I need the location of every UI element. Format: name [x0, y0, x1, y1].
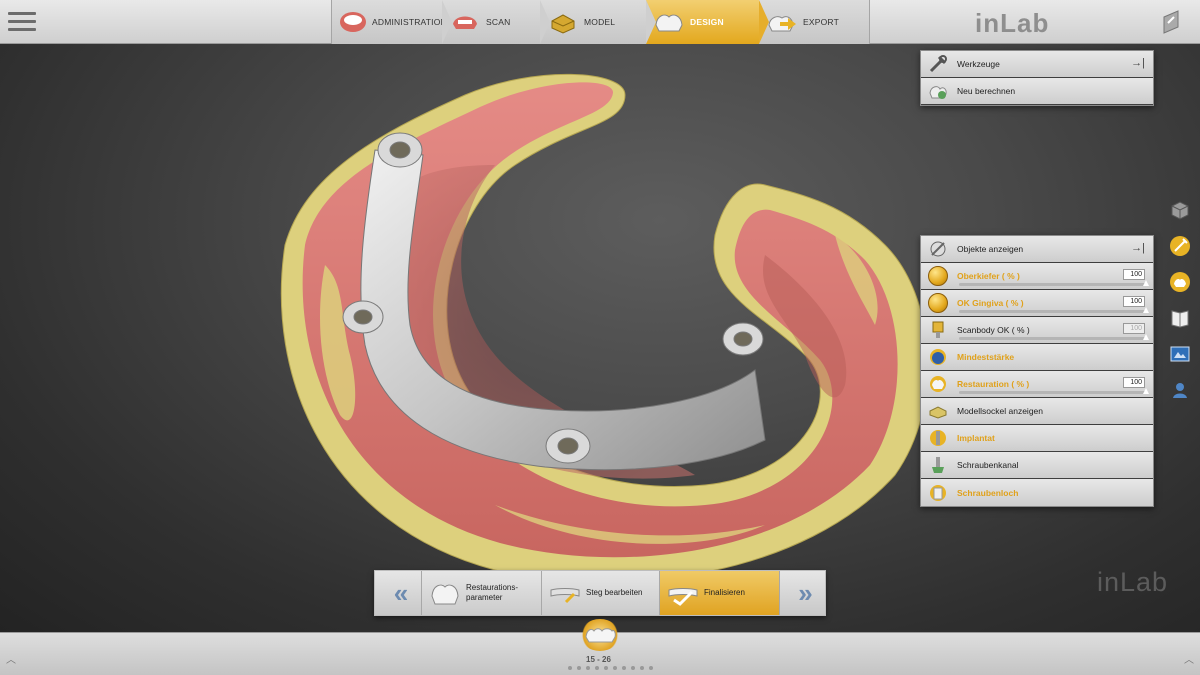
opacity-slider[interactable] [959, 307, 1149, 313]
object-label: Scanbody OK ( % ) [957, 325, 1030, 335]
step-model[interactable]: MODEL [540, 0, 656, 44]
pin-icon[interactable]: →| [1131, 242, 1145, 254]
object-label: Modellsockel anzeigen [957, 406, 1043, 416]
cube-view-icon[interactable] [1168, 198, 1192, 222]
user-help-icon[interactable] [1168, 378, 1192, 402]
inlab-logo: inLab [975, 8, 1050, 38]
top-toolbar: ADMINISTRATION SCAN MODEL DESIGN EXPORT … [0, 0, 1200, 44]
step-export[interactable]: EXPORT [759, 0, 871, 44]
object-label: Restauration ( % ) [957, 379, 1030, 389]
object-label: Implantat [957, 433, 995, 443]
objects-header[interactable]: Objekte anzeigen →| [921, 236, 1153, 263]
wizard-step-label: Finalisieren [704, 588, 745, 597]
min-thickness-icon [927, 346, 949, 368]
crown-design-icon [652, 7, 686, 37]
side-toolbar [1168, 198, 1194, 414]
opacity-slider[interactable] [959, 388, 1149, 394]
step-label: EXPORT [803, 17, 839, 27]
object-label: Schraubenkanal [957, 460, 1019, 470]
wizard-step-edit-bar[interactable]: Steg bearbeiten [541, 571, 659, 615]
restoration-thumbnail[interactable] [580, 619, 620, 651]
menu-icon[interactable] [8, 9, 36, 35]
gingiva-icon [927, 292, 949, 314]
dental-model-3d[interactable] [245, 55, 935, 585]
crown-params-icon [431, 584, 459, 605]
objects-header-label: Objekte anzeigen [957, 244, 1024, 254]
object-label: Schraubenloch [957, 487, 1019, 498]
settings-icon[interactable] [1158, 9, 1184, 35]
step-label: DESIGN [690, 17, 724, 27]
step-administration[interactable]: ADMINISTRATION [332, 0, 452, 44]
bridge-icon [585, 628, 616, 643]
implant-icon [927, 427, 949, 449]
model-base-icon [927, 400, 949, 422]
step-label: MODEL [584, 17, 616, 27]
screw-channel-icon [927, 454, 949, 476]
chevron-up-icon[interactable]: ︿ [6, 651, 16, 666]
model-block-icon [546, 7, 580, 37]
scan-jaw-icon [448, 7, 482, 37]
recalculate-icon [927, 80, 949, 102]
wizard-step-label: Steg bearbeiten [586, 588, 643, 597]
tools-row[interactable]: Werkzeuge →| [921, 51, 1153, 78]
object-row-implant[interactable]: Implantat [921, 425, 1153, 452]
finalize-icon [668, 588, 698, 606]
book-icon[interactable] [1168, 306, 1192, 330]
tools-circle-icon[interactable] [1168, 234, 1192, 258]
tools-icon [927, 53, 949, 75]
object-row-screw-hole[interactable]: Schraubenloch [921, 479, 1153, 506]
opacity-slider[interactable] [959, 280, 1149, 286]
object-row-screw-channel[interactable]: Schraubenkanal [921, 452, 1153, 479]
object-row-upper-jaw[interactable]: Oberkiefer ( % ) 100 [921, 263, 1153, 290]
scanbody-icon [927, 319, 949, 341]
inlab-watermark: inLab [1097, 567, 1169, 597]
chevron-up-icon[interactable]: ︿ [1184, 651, 1194, 666]
step-scan[interactable]: SCAN [442, 0, 550, 44]
wizard-step-label: Restaurations- parameter [466, 583, 519, 602]
tooth-range: 15 - 26 [586, 655, 611, 664]
objects-panel: Objekte anzeigen →| Oberkiefer ( % ) 100… [920, 235, 1154, 507]
wizard-step-restoration-params[interactable]: Restaurations- parameter [421, 571, 541, 615]
pin-icon[interactable]: →| [1131, 57, 1145, 69]
object-label: OK Gingiva ( % ) [957, 298, 1024, 308]
step-label: ADMINISTRATION [372, 17, 447, 27]
object-row-scanbody[interactable]: Scanbody OK ( % ) 100 [921, 317, 1153, 344]
next-step-button[interactable]: » [779, 571, 825, 615]
screw-hole-icon [927, 482, 949, 504]
opacity-input[interactable]: 100 [1123, 323, 1145, 334]
upper-jaw-icon [927, 265, 949, 287]
opacity-slider[interactable] [959, 334, 1149, 340]
export-arrow-icon [765, 7, 799, 37]
wizard-step-finalize[interactable]: Finalisieren [659, 571, 779, 615]
eye-objects-icon [927, 238, 949, 260]
object-row-model-base[interactable]: Modellsockel anzeigen [921, 398, 1153, 425]
previous-step-button[interactable]: « [375, 571, 421, 615]
opacity-input[interactable]: 100 [1123, 377, 1145, 388]
bar-edit-icon [550, 588, 580, 604]
object-row-min-thickness[interactable]: Mindeststärke [921, 344, 1153, 371]
denture-icon [338, 7, 368, 37]
object-row-gingiva[interactable]: OK Gingiva ( % ) 100 [921, 290, 1153, 317]
recalculate-label: Neu berechnen [957, 86, 1016, 96]
object-row-restoration[interactable]: Restauration ( % ) 100 [921, 371, 1153, 398]
bottom-bar: ︿ 15 - 26 ︿ [0, 619, 1200, 675]
tools-label: Werkzeuge [957, 59, 1000, 69]
tools-panel: Werkzeuge →| Neu berechnen [920, 50, 1154, 106]
screenshot-icon[interactable] [1168, 342, 1192, 366]
object-label: Mindeststärke [957, 352, 1015, 362]
recalculate-row[interactable]: Neu berechnen [921, 78, 1153, 105]
step-label: SCAN [486, 17, 511, 27]
opacity-input[interactable]: 100 [1123, 296, 1145, 307]
opacity-input[interactable]: 100 [1123, 269, 1145, 280]
workflow-steps: ADMINISTRATION SCAN MODEL DESIGN EXPORT [331, 0, 870, 44]
design-wizard: « Restaurations- parameter Steg bearbeit… [374, 570, 826, 616]
analysis-icon[interactable] [1168, 270, 1192, 294]
step-design[interactable]: DESIGN [646, 0, 769, 44]
restoration-icon [927, 373, 949, 395]
page-dots [568, 666, 653, 670]
object-label: Oberkiefer ( % ) [957, 271, 1020, 281]
